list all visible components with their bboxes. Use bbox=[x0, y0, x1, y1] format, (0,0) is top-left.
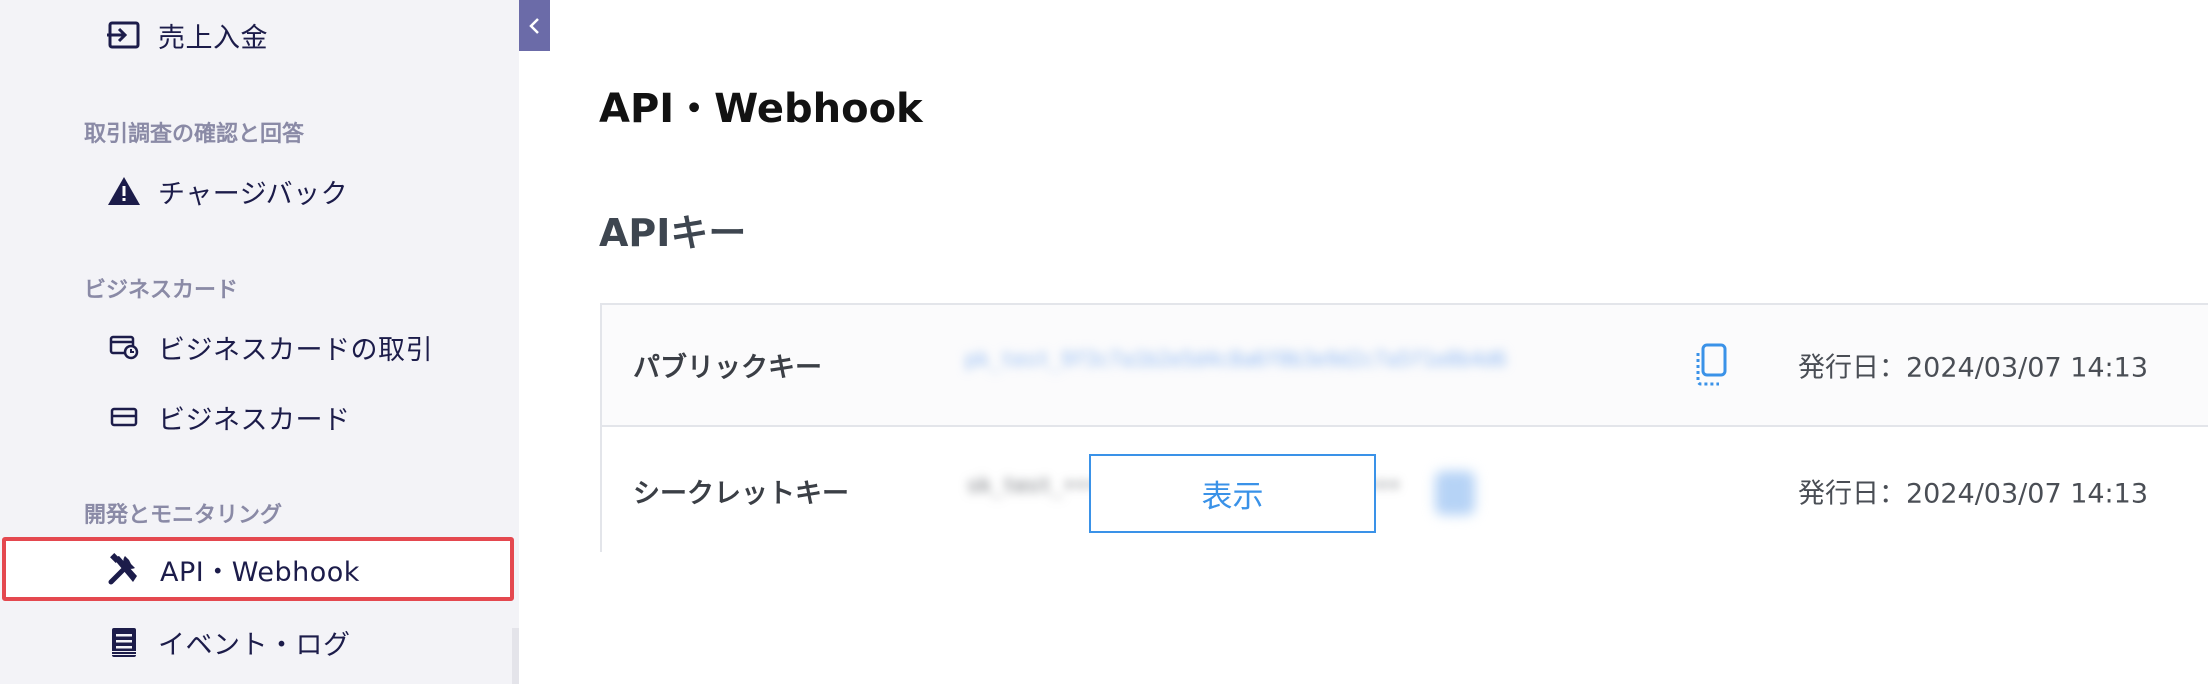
secret-key-label: シークレットキー bbox=[633, 478, 849, 509]
warning-icon bbox=[106, 173, 142, 209]
sidebar-item-business-card-transactions[interactable]: ビジネスカードの取引 bbox=[0, 317, 519, 377]
sidebar-scrollbar[interactable] bbox=[512, 628, 519, 684]
sidebar-item-label: API・Webhook bbox=[160, 556, 360, 588]
sidebar-section-title: ビジネスカード bbox=[84, 278, 239, 303]
sidebar-item-label: 売上入金 bbox=[158, 22, 268, 54]
sidebar-item-label: ビジネスカードの取引 bbox=[158, 334, 433, 366]
payout-icon bbox=[106, 17, 142, 53]
public-key-label: パブリックキー bbox=[633, 352, 822, 384]
table-row-secret-key: シークレットキー sk_test_•••••••••••••••••••••••… bbox=[602, 429, 2208, 552]
table-row-public-key: パブリックキー pk_test_9f3c7a1b2e5d4c8a6f0b3e9d… bbox=[602, 305, 2208, 427]
api-keys-table: パブリックキー pk_test_9f3c7a1b2e5d4c8a6f0b3e9d… bbox=[600, 303, 2208, 552]
card-icon bbox=[106, 399, 142, 435]
app-root: 売上入金 取引調査の確認と回答 チャージバック ビジネスカード ビジネスカードの… bbox=[0, 0, 2208, 684]
sidebar-collapse-button[interactable] bbox=[519, 0, 550, 51]
sidebar: 売上入金 取引調査の確認と回答 チャージバック ビジネスカード ビジネスカードの… bbox=[0, 0, 519, 684]
sidebar-item-api-webhook[interactable]: API・Webhook bbox=[2, 537, 514, 601]
chevron-left-icon bbox=[528, 17, 539, 34]
copy-secret-key-icon bbox=[1435, 471, 1475, 515]
card-clock-icon bbox=[106, 329, 142, 365]
sidebar-section-title: 開発とモニタリング bbox=[84, 503, 283, 528]
sidebar-item-payouts[interactable]: 売上入金 bbox=[0, 5, 519, 65]
sidebar-item-event-log[interactable]: イベント・ログ bbox=[0, 612, 519, 672]
copy-icon bbox=[1696, 343, 1727, 386]
public-key-issued-date: 発行日：2024/03/07 14:13 bbox=[1798, 352, 2149, 384]
sidebar-item-chargeback[interactable]: チャージバック bbox=[0, 161, 519, 221]
page-title: API・Webhook bbox=[599, 86, 923, 132]
sidebar-item-label: ビジネスカード bbox=[158, 404, 351, 436]
sidebar-item-business-card[interactable]: ビジネスカード bbox=[0, 387, 519, 447]
sidebar-item-label: チャージバック bbox=[158, 178, 349, 210]
show-secret-key-button[interactable]: 表示 bbox=[1089, 454, 1376, 533]
sidebar-item-label: イベント・ログ bbox=[158, 629, 351, 661]
log-icon bbox=[106, 624, 142, 660]
section-heading-api-keys: APIキー bbox=[599, 211, 747, 255]
copy-public-key-button[interactable] bbox=[1691, 341, 1731, 389]
sidebar-section-title: 取引調査の確認と回答 bbox=[84, 122, 305, 147]
secret-key-issued-date: 発行日：2024/03/07 14:13 bbox=[1798, 478, 2149, 509]
tools-icon bbox=[106, 551, 142, 587]
public-key-value[interactable]: pk_test_9f3c7a1b2e5d4c8a6f0b3e9d2c7a5f1e… bbox=[965, 347, 1635, 381]
